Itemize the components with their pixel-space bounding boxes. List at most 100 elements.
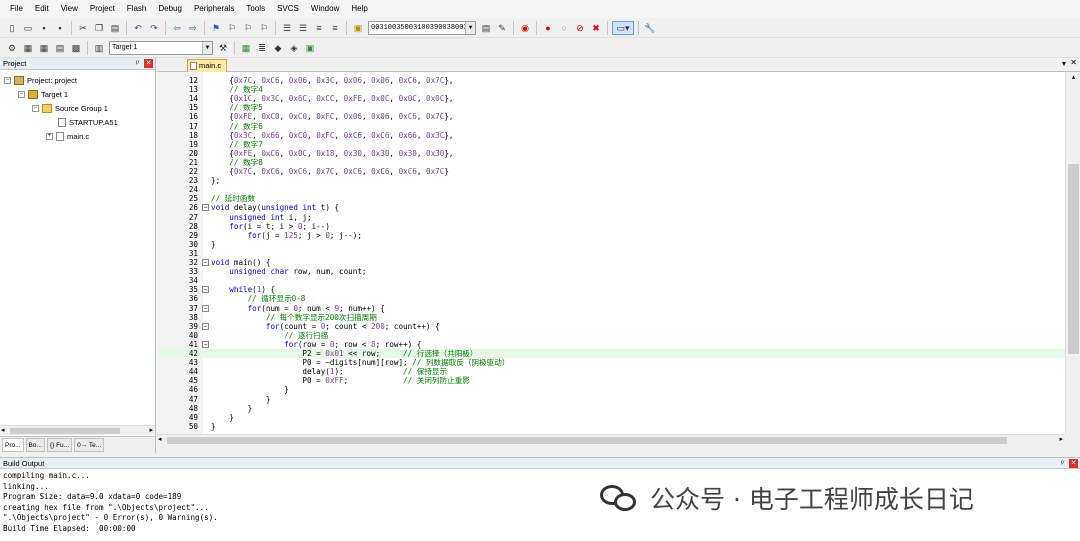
code-line[interactable]: 18 {0x3C, 0x66, 0xC0, 0xFC, 0xC6, 0xC6, … [157,131,1065,140]
paste-icon[interactable]: ▤ [108,21,122,35]
code-line[interactable]: 41− for(row = 0; row < 8; row++) { [157,340,1065,349]
scroll-left-icon[interactable]: ◂ [158,435,162,443]
download-icon[interactable]: ▥ [92,41,106,55]
batch-build-icon[interactable]: ▤ [53,41,67,55]
collapse-icon[interactable]: − [4,77,11,84]
menu-item-debug[interactable]: Debug [152,0,188,18]
save-icon[interactable]: ▪ [37,21,51,35]
chevron-down-icon[interactable]: ▾ [1062,59,1066,68]
tab-project[interactable]: Pro... [2,438,24,452]
code-line[interactable]: 21 // 数字8 [157,158,1065,167]
code-line[interactable]: 31 [157,249,1065,258]
code-line[interactable]: 43 P0 = ~digits[num][row]; // 列数据取反（阴极驱动… [157,358,1065,367]
code-line[interactable]: 17 // 数字6 [157,122,1065,131]
options-for-target-icon[interactable]: ⚒ [216,41,230,55]
pack-installer-icon[interactable]: ◈ [287,41,301,55]
debug-session-icon[interactable]: ◉ [518,21,532,35]
scrollbar-thumb[interactable] [10,428,120,434]
code-line[interactable]: 30} [157,240,1065,249]
code-editor[interactable]: 12 {0x7C, 0xC6, 0x06, 0x3C, 0x06, 0x06, … [157,72,1065,434]
menu-item-file[interactable]: File [4,0,29,18]
code-line[interactable]: 32− void main() { [157,258,1065,267]
code-line[interactable]: 48 } [157,404,1065,413]
stop-build-icon[interactable]: ▩ [69,41,83,55]
code-line[interactable]: 49 } [157,413,1065,422]
vertical-scrollbar[interactable]: ▴ [1065,72,1080,434]
code-line[interactable]: 33 unsigned char row, num, count; [157,267,1065,276]
unindent-icon[interactable]: ☰ [296,21,310,35]
code-line[interactable]: 23}; [157,176,1065,185]
code-line[interactable]: 22 {0x7C, 0xC6, 0xC6, 0x7C, 0xC6, 0xC6, … [157,167,1065,176]
manage-components-icon[interactable]: ▦ [239,41,253,55]
fold-toggle-icon[interactable]: − [202,304,209,312]
code-line[interactable]: 39− for(count = 0; count < 200; count++)… [157,322,1065,331]
build-icon[interactable]: ▦ [21,41,35,55]
code-line[interactable]: 25 // 延时函数 [157,194,1065,203]
scroll-right-icon[interactable]: ▸ [1059,435,1063,443]
scroll-up-icon[interactable]: ▴ [1066,72,1080,84]
menu-item-svcs[interactable]: SVCS [271,0,305,18]
collapse-icon[interactable]: − [18,91,25,98]
fold-toggle-icon[interactable]: − [202,259,209,266]
scroll-right-icon[interactable]: ▸ [149,426,153,434]
horizontal-scrollbar[interactable]: ◂ ▸ [0,425,155,435]
code-line[interactable]: 50} [157,422,1065,431]
chevron-down-icon[interactable]: ▼ [202,41,212,54]
uncomment-icon[interactable]: ≡ [328,21,342,35]
navigate-forward-icon[interactable]: ⇨ [186,21,200,35]
comment-icon[interactable]: ≡ [312,21,326,35]
find-in-files-icon[interactable]: ▣ [351,21,365,35]
code-line[interactable]: 38 // 每个数字显示200次扫描周期 [157,313,1065,322]
menu-item-tools[interactable]: Tools [240,0,271,18]
expand-icon[interactable]: + [46,133,53,140]
chevron-down-icon[interactable]: ▼ [465,21,475,34]
tree-item-file[interactable]: STARTUP.A51 [58,116,118,129]
code-line[interactable]: 15 // 数字5 [157,103,1065,112]
close-icon[interactable]: ✕ [144,59,153,68]
disable-breakpoints-icon[interactable]: ⊘ [573,21,587,35]
code-line[interactable]: 40 // 逐行扫描 [157,331,1065,340]
insert-breakpoint-icon[interactable]: ● [541,21,555,35]
code-line[interactable]: 16 {0xFE, 0xC0, 0xC0, 0xFC, 0x06, 0x06, … [157,112,1065,121]
rebuild-icon[interactable]: ▦ [37,41,51,55]
menu-item-project[interactable]: Project [84,0,121,18]
kill-breakpoints-icon[interactable]: ✖ [589,21,603,35]
scrollbar-thumb[interactable] [167,437,1007,444]
menu-item-peripherals[interactable]: Peripherals [188,0,240,18]
new-file-icon[interactable]: ▯ [5,21,19,35]
tab-books[interactable]: Bo... [25,438,45,452]
code-line[interactable]: 42 P2 = 0x01 << row; // 行选择（共阳极） [157,349,1065,359]
code-line[interactable]: 14 {0x1C, 0x3C, 0x6C, 0xCC, 0xFE, 0x0C, … [157,94,1065,103]
scrollbar-thumb[interactable] [1068,164,1079,354]
code-line[interactable]: 19 // 数字7 [157,140,1065,149]
fold-toggle-icon[interactable]: − [202,286,209,294]
select-packs-icon[interactable]: ◆ [271,41,285,55]
code-line[interactable]: 29 for(j = 125; j > 0; j--); [157,231,1065,240]
code-line[interactable]: 13 // 数字4 [157,85,1065,94]
menu-item-window[interactable]: Window [305,0,345,18]
code-line[interactable]: 27 unsigned int i, j; [157,213,1065,222]
tab-main-c[interactable]: main.c [187,59,227,72]
tree-item-target[interactable]: − Target 1 [18,88,68,101]
menu-item-help[interactable]: Help [345,0,373,18]
code-line[interactable]: 44 delay(1); // 保持显示 [157,367,1065,376]
open-folder-icon[interactable]: ▭ [21,21,35,35]
collapse-icon[interactable]: − [32,105,39,112]
tree-item-source-group[interactable]: − Source Group 1 [32,102,108,115]
code-line[interactable]: 45 P0 = 0xFF; // 关闭列防止重影 [157,376,1065,385]
fold-toggle-icon[interactable]: − [202,340,209,348]
pin-icon[interactable]: ᵖ [1058,459,1067,468]
configure-icon[interactable]: 🔧 [643,21,657,35]
incremental-find-icon[interactable]: ✎ [495,21,509,35]
indent-icon[interactable]: ☰ [280,21,294,35]
menu-item-flash[interactable]: Flash [121,0,153,18]
navigate-back-icon[interactable]: ⇦ [170,21,184,35]
tab-functions[interactable]: {} Fu... [46,438,73,452]
redo-icon[interactable]: ↷ [147,21,161,35]
undo-icon[interactable]: ↶ [131,21,145,35]
code-line[interactable]: 36 // 循环显示0-8 [157,294,1065,303]
save-all-icon[interactable]: ▪ [53,21,67,35]
code-line[interactable]: 34 [157,276,1065,285]
pin-icon[interactable]: ᵖ [133,59,142,68]
code-line[interactable]: 12 {0x7C, 0xC6, 0x06, 0x3C, 0x06, 0x06, … [157,76,1065,85]
